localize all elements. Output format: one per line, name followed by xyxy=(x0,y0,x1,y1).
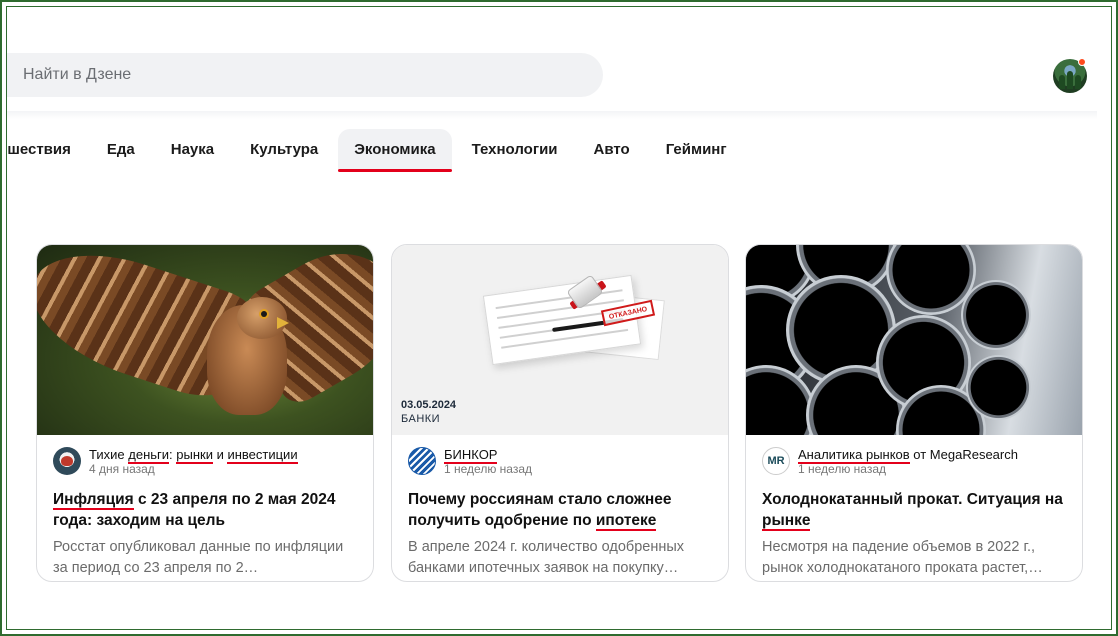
tab-travel[interactable]: ешествия xyxy=(7,129,87,169)
article-snippet: Несмотря на падение объемов в 2022 г., р… xyxy=(762,539,1043,576)
source-name-part: от MegaResearch xyxy=(909,447,1018,462)
notification-dot xyxy=(1078,58,1086,66)
tab-science[interactable]: Наука xyxy=(155,129,230,169)
article-image[interactable] xyxy=(37,245,373,435)
source-name-part: и xyxy=(212,447,228,462)
hawk-beak xyxy=(277,317,289,329)
title-highlight: рынке xyxy=(762,512,811,531)
avatar-tree-shape xyxy=(1067,71,1073,89)
tab-gaming[interactable]: Гейминг xyxy=(650,129,743,169)
image-tag: БАНКИ xyxy=(401,413,441,425)
article-snippet: В апреле 2024 г. количество одобренных б… xyxy=(408,539,685,576)
source-name-highlight: инвестиции xyxy=(227,447,298,464)
source-name[interactable]: Аналитика рынков от MegaResearch xyxy=(798,447,1018,464)
source-text: Аналитика рынков от MegaResearch 1 недел… xyxy=(798,447,1018,477)
article-body: БИНКОР 1 неделю назад Почему россиянам с… xyxy=(392,435,728,579)
search-bar[interactable] xyxy=(7,53,603,97)
source-name-part: Тихие xyxy=(89,447,129,462)
avatar-tree-shape xyxy=(1059,75,1065,89)
source-text: БИНКОР 1 неделю назад xyxy=(444,447,532,477)
category-tabs: ешествия Еда Наука Культура Экономика Те… xyxy=(7,127,747,172)
title-highlight: Инфляция xyxy=(53,491,134,510)
publish-time: 1 неделю назад xyxy=(444,462,533,476)
article-card[interactable]: MR Аналитика рынков от MegaResearch 1 не… xyxy=(745,244,1083,582)
article-title[interactable]: Холоднокатанный прокат. Ситуация на рынк… xyxy=(762,489,1066,531)
page-viewport: ешествия Еда Наука Культура Экономика Те… xyxy=(6,6,1112,630)
source-name[interactable]: БИНКОР xyxy=(444,447,532,464)
article-body: Тихие деньги: рынки и инвестиции 4 дня н… xyxy=(37,435,373,579)
publish-time: 4 дня назад xyxy=(89,462,155,476)
title-highlight: ипотеке xyxy=(595,512,657,531)
article-body: MR Аналитика рынков от MegaResearch 1 не… xyxy=(746,435,1082,579)
source-name[interactable]: Тихие деньги: рынки и инвестиции xyxy=(89,447,298,464)
article-snippet: Росстат опубликовал данные по инфляции з… xyxy=(53,539,344,576)
tab-culture[interactable]: Культура xyxy=(234,129,334,169)
source-logo-icon[interactable] xyxy=(53,447,81,475)
pipe-end xyxy=(961,280,1031,350)
paper-line xyxy=(501,328,629,349)
article-source: MR Аналитика рынков от MegaResearch 1 не… xyxy=(762,447,1066,483)
title-text: Холоднокатанный прокат. Ситуация на xyxy=(762,491,1063,508)
source-logo-icon[interactable]: MR xyxy=(762,447,790,475)
hawk-eye xyxy=(261,311,267,317)
article-image[interactable] xyxy=(746,245,1082,435)
article-image[interactable]: ОТКАЗАНО 03.05.2024 БАНКИ xyxy=(392,245,728,435)
article-title[interactable]: Почему россиянам стало сложнее получить … xyxy=(408,489,712,531)
article-source: Тихие деньги: рынки и инвестиции 4 дня н… xyxy=(53,447,357,483)
tab-technology[interactable]: Технологии xyxy=(456,129,574,169)
article-title[interactable]: Инфляция с 23 апреля по 2 мая 2024 года:… xyxy=(53,489,357,531)
article-card[interactable]: ОТКАЗАНО 03.05.2024 БАНКИ БИНКОР 1 недел… xyxy=(391,244,729,582)
paper-line xyxy=(495,289,623,310)
search-input[interactable] xyxy=(23,66,603,84)
pipe-end xyxy=(966,355,1031,420)
publish-time: 1 неделю назад xyxy=(798,462,887,476)
article-source: БИНКОР 1 неделю назад xyxy=(408,447,712,483)
tab-food[interactable]: Еда xyxy=(91,129,151,169)
avatar-tree-shape xyxy=(1075,75,1081,89)
source-text: Тихие деньги: рынки и инвестиции 4 дня н… xyxy=(89,447,298,477)
source-logo-icon[interactable] xyxy=(408,447,436,475)
source-name-highlight: рынки xyxy=(176,447,213,464)
image-date: 03.05.2024 xyxy=(401,399,457,411)
header-divider xyxy=(7,111,1097,119)
article-card[interactable]: Тихие деньги: рынки и инвестиции 4 дня н… xyxy=(36,244,374,582)
tab-economics[interactable]: Экономика xyxy=(338,129,452,172)
tab-auto[interactable]: Авто xyxy=(578,129,646,169)
